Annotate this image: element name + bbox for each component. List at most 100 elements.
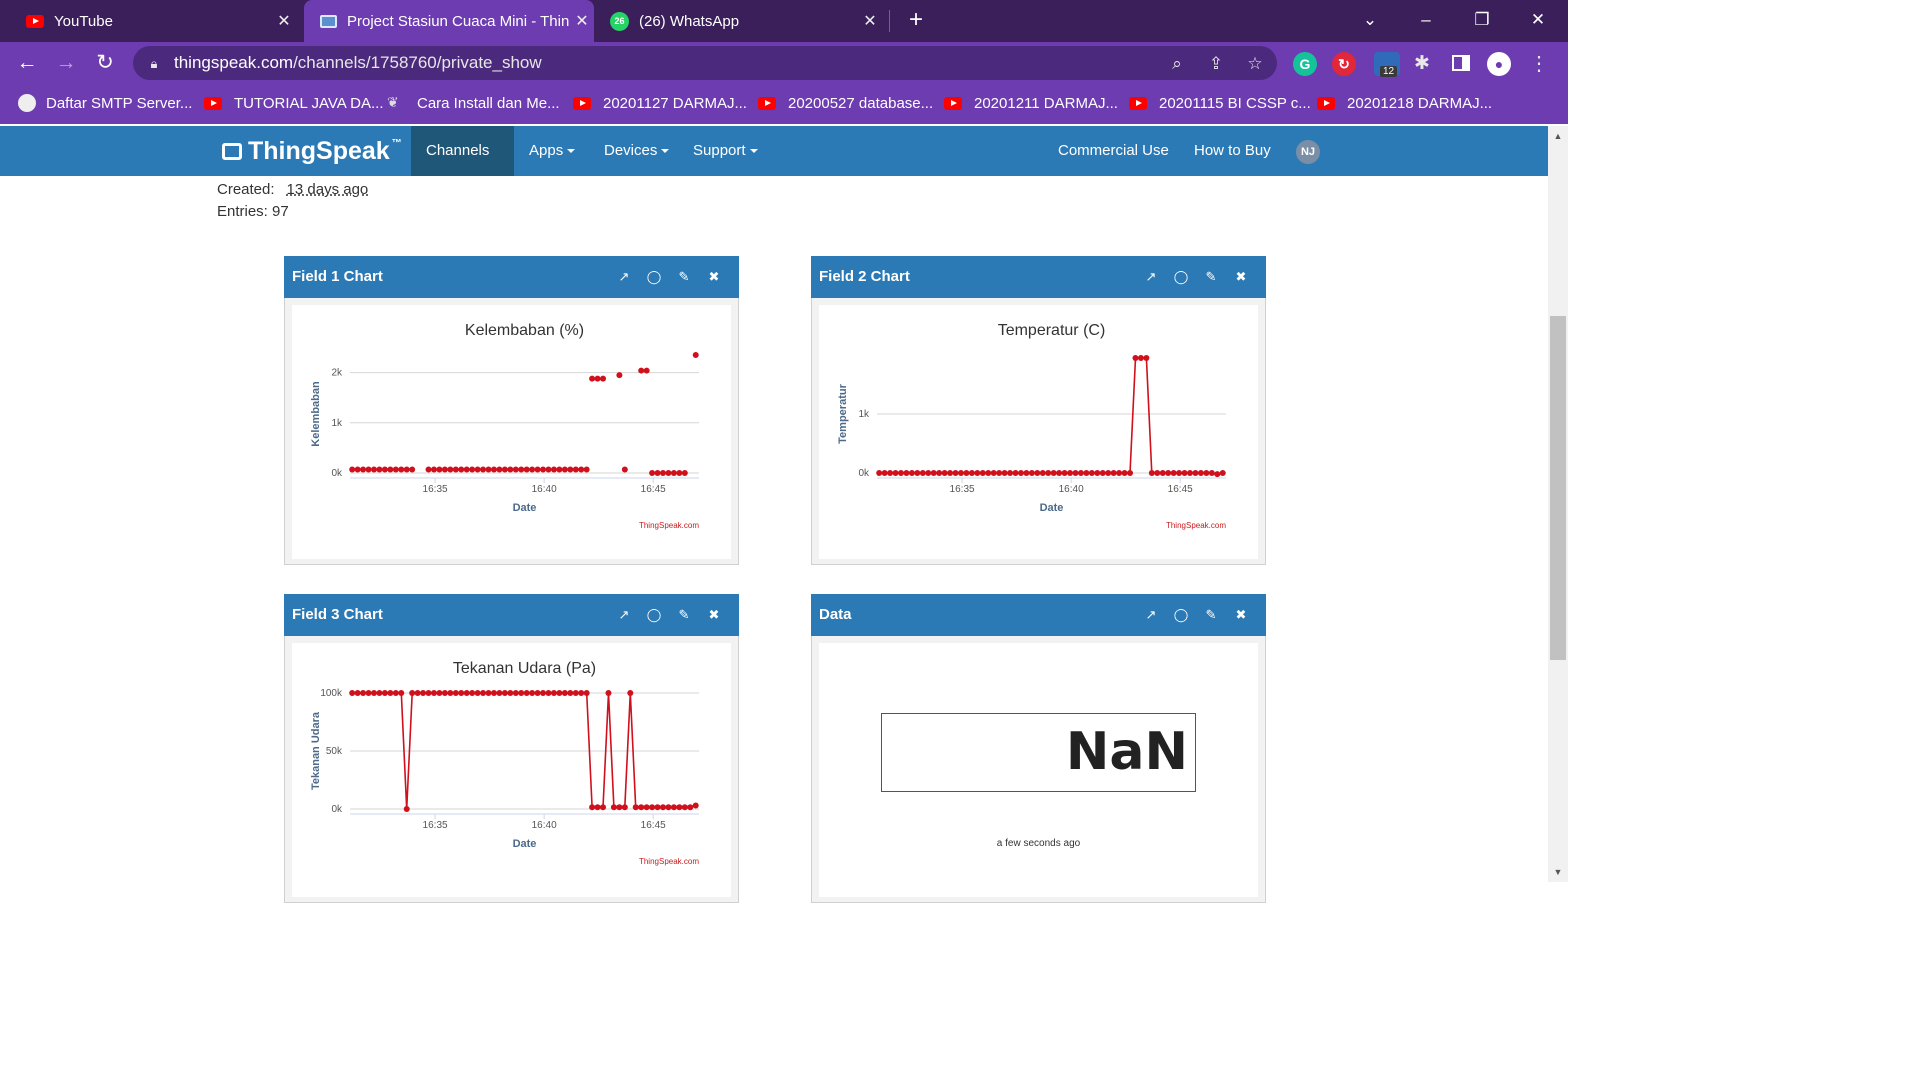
edit-pencil-icon[interactable]: ✎ — [1203, 606, 1219, 624]
nav-commercial-use[interactable]: Commercial Use — [1043, 126, 1184, 176]
tab-label: (26) WhatsApp — [639, 12, 740, 30]
avatar[interactable]: NJ — [1296, 140, 1320, 164]
data-point — [436, 690, 443, 696]
restore-icon[interactable]: ❐ — [1467, 6, 1497, 34]
data-point — [583, 690, 590, 696]
data-point — [1203, 470, 1210, 476]
bookmark-item[interactable]: 20201127 DARMAJ... — [573, 92, 747, 114]
bookmark-item[interactable]: 20201218 DARMAJ... — [1317, 92, 1492, 114]
data-point — [365, 690, 372, 696]
data-point — [876, 470, 883, 476]
external-link-icon[interactable]: ↗ — [1143, 268, 1159, 286]
bookmark-label: TUTORIAL JAVA DA... — [234, 94, 384, 112]
back-icon[interactable]: ← — [14, 50, 40, 76]
nav-channels[interactable]: Channels — [411, 126, 514, 204]
data-point — [594, 375, 601, 382]
widget-title: Data — [819, 606, 852, 623]
data-point — [1061, 470, 1068, 476]
edit-pencil-icon[interactable]: ✎ — [1203, 268, 1219, 286]
youtube-icon — [204, 96, 222, 110]
grammarly-icon[interactable]: G — [1293, 52, 1317, 76]
extension-sync-icon[interactable]: ↻ — [1332, 52, 1356, 76]
tab-youtube[interactable]: YouTube ✕ — [14, 0, 296, 42]
profile-icon[interactable]: ● — [1487, 52, 1511, 76]
url-text[interactable]: thingspeak.com/channels/1758760/private_… — [174, 53, 542, 73]
data-point — [1143, 354, 1150, 361]
scrollbar-thumb[interactable] — [1550, 316, 1566, 660]
data-point — [501, 690, 508, 696]
close-icon[interactable]: ✕ — [570, 11, 594, 31]
data-point — [567, 690, 574, 696]
nav-apps[interactable]: Apps — [514, 126, 590, 176]
nav-devices[interactable]: Devices — [589, 126, 684, 176]
zoom-icon[interactable]: ⌕ — [1166, 53, 1188, 75]
edit-pencil-icon[interactable]: ✎ — [676, 268, 692, 286]
thingspeak-logo-icon — [222, 142, 242, 160]
comment-icon[interactable]: ◯ — [646, 606, 662, 624]
caret-down-icon — [661, 149, 670, 154]
close-icon[interactable]: ✕ — [858, 11, 882, 31]
bookmark-item[interactable]: 20200527 database... — [758, 92, 933, 114]
share-icon[interactable]: ⇪ — [1205, 53, 1227, 75]
data-point — [1187, 470, 1194, 476]
close-icon[interactable]: ✖ — [1233, 606, 1249, 624]
data-point — [458, 690, 465, 696]
nav-how-to-buy[interactable]: How to Buy — [1179, 126, 1286, 176]
chart-credit: ThingSpeak.com — [639, 521, 699, 530]
data-point — [447, 690, 454, 696]
comment-icon[interactable]: ◯ — [1173, 606, 1189, 624]
thingspeak-logo[interactable]: ThingSpeak ™ — [222, 134, 402, 168]
data-point — [627, 690, 634, 696]
side-panel-icon[interactable] — [1452, 55, 1470, 71]
nav-support[interactable]: Support — [678, 126, 773, 176]
data-widget: Data ↗ ◯ ✎ ✖ NaN a few seconds ago — [811, 594, 1266, 903]
external-link-icon[interactable]: ↗ — [616, 268, 632, 286]
data-point — [692, 802, 699, 809]
x-tick-label: 16:40 — [1059, 484, 1084, 495]
new-tab-icon[interactable]: + — [901, 6, 931, 34]
menu-icon[interactable]: ⋮ — [1528, 53, 1550, 75]
close-icon[interactable]: ✖ — [706, 268, 722, 286]
forward-icon[interactable]: → — [53, 50, 79, 76]
youtube-icon — [1129, 96, 1147, 110]
data-point — [996, 470, 1003, 476]
bookmark-item[interactable]: ❦ Cara Install dan Me... — [387, 92, 560, 114]
edit-pencil-icon[interactable]: ✎ — [676, 606, 692, 624]
data-point — [1072, 470, 1079, 476]
minimize-icon[interactable]: – — [1411, 6, 1441, 34]
comment-icon[interactable]: ◯ — [1173, 268, 1189, 286]
widget-title: Field 1 Chart — [292, 268, 383, 285]
reload-icon[interactable]: ↻ — [92, 50, 118, 76]
data-point — [1094, 470, 1101, 476]
tab-thingspeak[interactable]: Project Stasiun Cuaca Mini - Thin ✕ — [304, 0, 594, 42]
puzzle-icon[interactable]: ✱ — [1411, 53, 1433, 75]
scroll-down-icon[interactable]: ▼ — [1552, 867, 1564, 877]
close-icon[interactable]: ✖ — [706, 606, 722, 624]
created-label: Created: — [217, 181, 275, 198]
tab-search-icon[interactable]: ⌄ — [1355, 6, 1385, 34]
widget-title: Field 3 Chart — [292, 606, 383, 623]
data-point — [963, 470, 970, 476]
bookmark-item[interactable]: 20201211 DARMAJ... — [944, 92, 1118, 114]
external-link-icon[interactable]: ↗ — [1143, 606, 1159, 624]
window-close-icon[interactable]: ✕ — [1523, 6, 1553, 34]
bookmark-star-icon[interactable]: ☆ — [1244, 53, 1266, 75]
bookmark-item[interactable]: Daftar SMTP Server... — [18, 92, 192, 114]
comment-icon[interactable]: ◯ — [646, 268, 662, 286]
field1-widget: Field 1 Chart ↗ ◯ ✎ ✖ Kelembaban (%) 0k 1k… — [284, 256, 739, 565]
data-point — [567, 466, 574, 473]
close-icon[interactable]: ✕ — [272, 11, 296, 31]
external-link-icon[interactable]: ↗ — [616, 606, 632, 624]
scroll-up-icon[interactable]: ▲ — [1552, 131, 1564, 141]
data-point — [485, 690, 492, 696]
data-point — [572, 690, 579, 696]
data-point — [589, 804, 596, 811]
bookmark-item[interactable]: TUTORIAL JAVA DA... — [204, 92, 383, 114]
data-point — [360, 690, 367, 696]
close-icon[interactable]: ✖ — [1233, 268, 1249, 286]
bookmark-item[interactable]: 20201115 BI CSSP c... — [1129, 92, 1311, 114]
tab-whatsapp[interactable]: 26 (26) WhatsApp ✕ — [600, 0, 882, 42]
lock-icon[interactable]: 🔒︎ — [143, 53, 165, 75]
x-tick-label: 16:40 — [532, 484, 557, 495]
data-point — [430, 690, 437, 696]
